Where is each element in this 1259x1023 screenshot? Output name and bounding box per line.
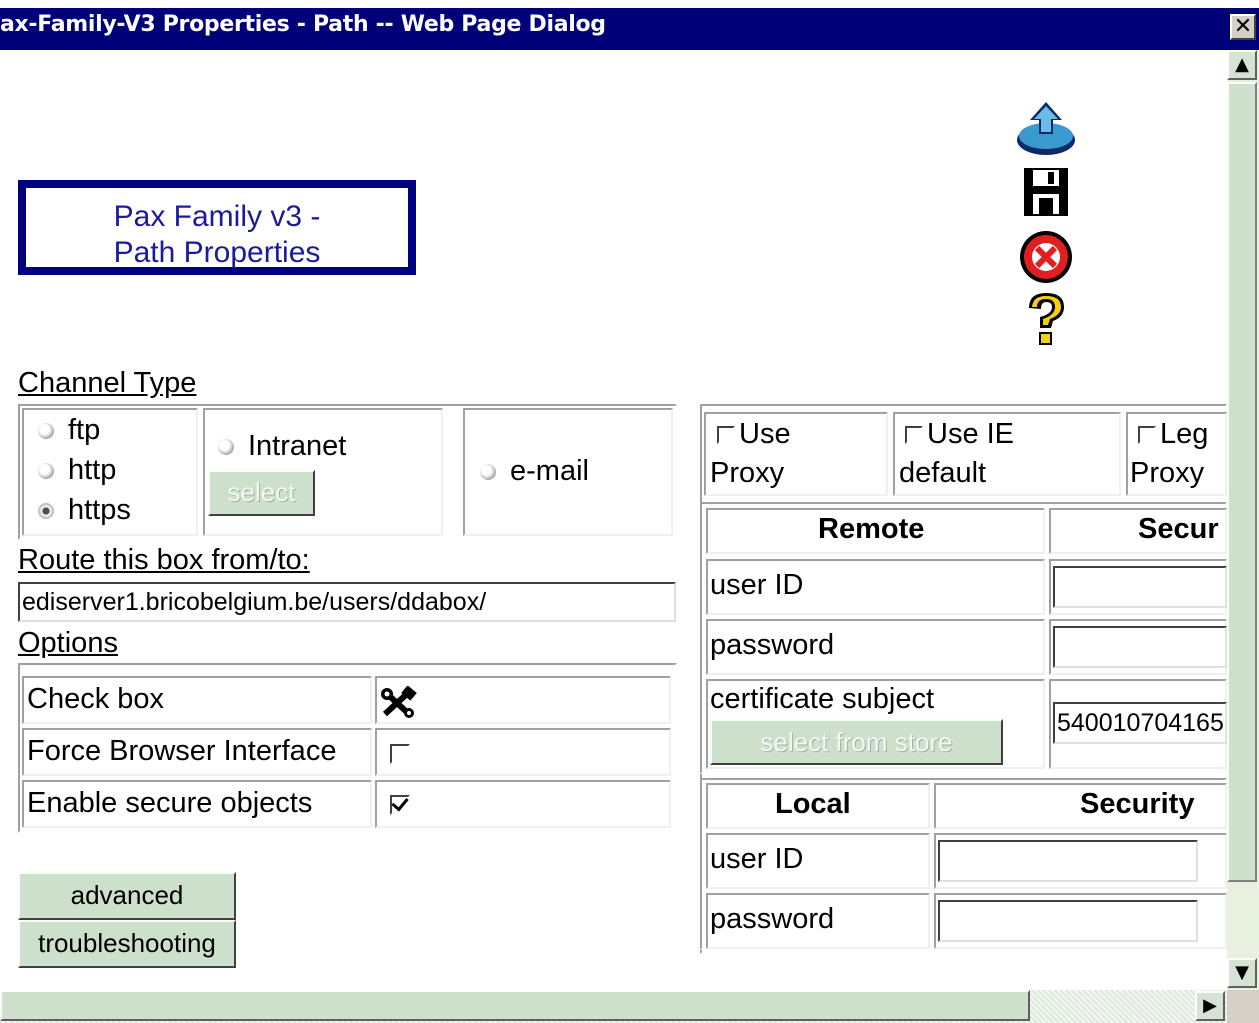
local-userid-input[interactable] [938, 840, 1198, 882]
remote-security-header: Secur [1138, 513, 1219, 545]
radio-http[interactable]: http [38, 454, 116, 487]
intranet-select-button[interactable]: select [208, 470, 315, 516]
local-security-header: Security [1080, 788, 1195, 820]
radio-ftp[interactable]: ftp [38, 414, 100, 447]
option-secure-objects-label: Enable secure objects [27, 787, 313, 819]
local-password-input[interactable] [938, 900, 1198, 942]
radio-https[interactable]: https [38, 494, 131, 527]
route-label: Route this box from/to: [18, 544, 310, 576]
radio-intranet[interactable]: Intranet [218, 430, 346, 463]
upload-icon[interactable] [1015, 100, 1077, 158]
troubleshooting-button[interactable]: troubleshooting [18, 920, 236, 968]
remote-password-input[interactable] [1053, 626, 1227, 668]
radio-intranet-icon[interactable] [218, 438, 234, 455]
remote-password-label: password [710, 629, 835, 661]
title-bar: ax-Family-V3 Properties - Path -- Web Pa… [0, 0, 1259, 50]
page-title-box: Pax Family v3 - Path Properties [18, 180, 416, 275]
window-title: ax-Family-V3 Properties - Path -- Web Pa… [0, 12, 606, 37]
use-ie-checkbox[interactable]: Use IE [905, 418, 1014, 451]
option-force-browser-label: Force Browser Interface [27, 735, 337, 767]
scroll-up-button[interactable]: ▲ [1227, 50, 1257, 80]
use-proxy-label-1: Use [739, 418, 791, 450]
option-check-box-label: Check box [27, 683, 165, 715]
local-password-label: password [710, 903, 835, 935]
option-force-browser-value [375, 728, 671, 776]
arrow-right-icon: ▶ [1203, 995, 1217, 1016]
page-title-line1: Pax Family v3 - [113, 200, 321, 233]
force-browser-checkbox[interactable] [390, 744, 410, 764]
scrollbar-corner [1227, 990, 1259, 1023]
advanced-button[interactable]: advanced [18, 872, 236, 920]
save-icon[interactable] [1015, 162, 1077, 220]
radio-email-icon[interactable] [480, 463, 496, 480]
local-userid-label: user ID [710, 843, 804, 875]
use-ie-label-2: default [899, 457, 987, 489]
scroll-right-button[interactable]: ▶ [1195, 991, 1225, 1021]
radio-ftp-icon[interactable] [38, 422, 54, 439]
remote-header: Remote [818, 513, 925, 545]
use-proxy-label-2: Proxy [710, 457, 785, 489]
close-icon: ✕ [1233, 14, 1253, 39]
radio-https-icon[interactable] [38, 502, 54, 519]
scroll-down-button[interactable]: ▼ [1227, 958, 1257, 988]
option-secure-objects-value [375, 780, 671, 828]
arrow-up-icon: ▲ [1235, 54, 1249, 75]
channel-type-label: Channel Type [18, 367, 197, 399]
use-ie-box[interactable] [905, 426, 923, 445]
legacy-proxy-label-1: Leg [1160, 418, 1209, 450]
use-proxy-checkbox[interactable]: Use [717, 418, 791, 451]
tools-icon[interactable] [379, 686, 417, 720]
use-proxy-box[interactable] [717, 426, 735, 445]
options-label: Options [18, 627, 118, 659]
legacy-proxy-checkbox[interactable]: Leg [1138, 418, 1208, 451]
radio-email-label: e-mail [510, 455, 589, 487]
remote-userid-label: user ID [710, 569, 804, 601]
cancel-icon[interactable] [1015, 228, 1077, 286]
radio-ftp-label: ftp [68, 414, 101, 446]
select-from-store-button[interactable]: select from store [710, 719, 1003, 765]
remote-userid-input[interactable] [1053, 566, 1227, 608]
vertical-scroll-thumb[interactable] [1227, 82, 1257, 882]
local-header: Local [775, 788, 851, 820]
arrow-down-icon: ▼ [1235, 962, 1249, 983]
close-button[interactable]: ✕ [1230, 14, 1256, 40]
radio-https-label: https [68, 494, 131, 526]
remote-cert-label: certificate subject [710, 683, 935, 715]
page-title-line2: Path Properties [113, 236, 321, 269]
radio-intranet-label: Intranet [248, 430, 347, 462]
help-icon[interactable] [1015, 290, 1077, 348]
secure-objects-checkbox[interactable] [390, 795, 410, 815]
legacy-proxy-box[interactable] [1138, 426, 1156, 445]
route-input[interactable]: ediserver1.bricobelgium.be/users/ddabox/ [18, 582, 676, 622]
radio-http-label: http [68, 454, 117, 486]
radio-email[interactable]: e-mail [480, 455, 589, 488]
legacy-proxy-label-2: Proxy [1130, 457, 1205, 489]
radio-http-icon[interactable] [38, 462, 54, 479]
option-check-box-value [375, 676, 671, 724]
horizontal-scroll-thumb[interactable] [0, 990, 1030, 1021]
use-ie-label-1: Use IE [927, 418, 1015, 450]
remote-cert-input[interactable]: 540010704165 [1053, 702, 1227, 744]
